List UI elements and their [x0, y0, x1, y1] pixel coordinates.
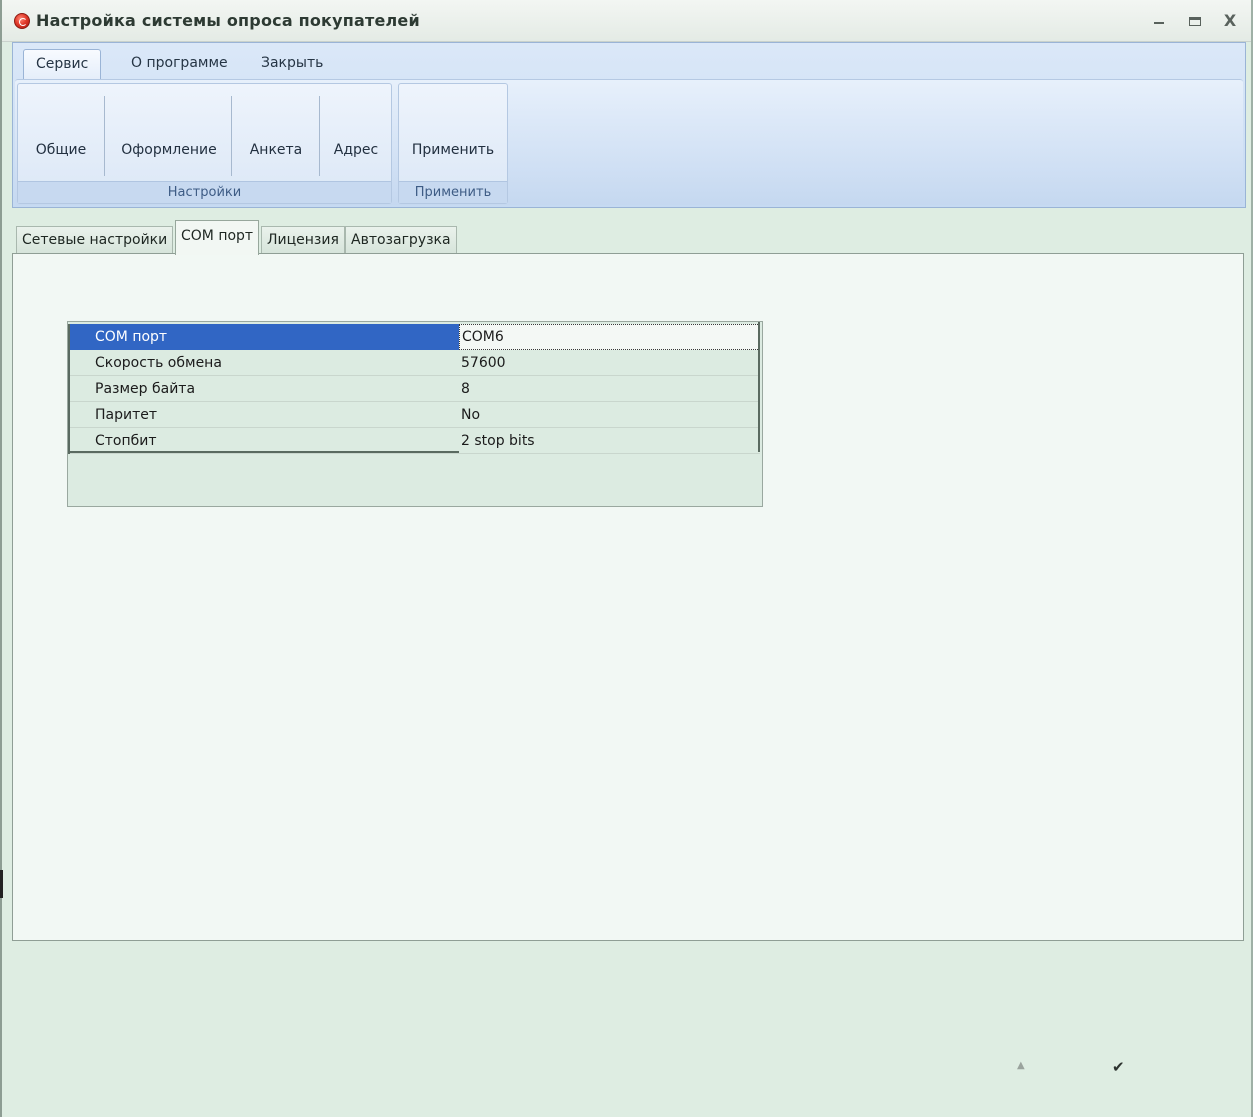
ribbon-group-caption: Применить	[399, 181, 507, 203]
property-row[interactable]: Скорость обмена 57600	[68, 350, 760, 376]
ribbon-tab-service[interactable]: Сервис	[23, 49, 102, 79]
property-value-input[interactable]: No	[459, 402, 760, 428]
ribbon-tab-close[interactable]: Закрыть	[249, 49, 335, 79]
window-edge-marker	[0, 870, 3, 898]
ribbon-body: Общие Оформление Анкета Адрес Настройки …	[15, 79, 1243, 205]
close-button[interactable]: X	[1217, 8, 1243, 34]
ribbon-tabs: Сервис О программе Закрыть	[13, 43, 1245, 79]
property-value-input[interactable]: 57600	[459, 350, 760, 376]
ribbon-separator	[104, 96, 105, 176]
settings-tabs: Сетевые настройки COM порт Лицензия Авто…	[12, 220, 1244, 255]
questionnaire-button[interactable]: Анкета	[234, 138, 318, 162]
address-button[interactable]: Адрес	[322, 138, 390, 162]
apply-button[interactable]: Применить	[403, 138, 503, 162]
property-grid: COM порт COM6 Скорость обмена 57600 Разм…	[67, 321, 763, 507]
window-title: Настройка системы опроса покупателей	[36, 11, 420, 30]
design-button[interactable]: Оформление	[108, 138, 230, 162]
tab-license[interactable]: Лицензия	[261, 226, 345, 254]
ribbon-separator	[231, 96, 232, 176]
property-value-input[interactable]: 8	[459, 376, 760, 402]
minimize-icon	[1154, 22, 1164, 24]
ribbon-group-apply: Применить Применить	[398, 83, 508, 204]
grid-border	[70, 451, 459, 453]
property-name: Паритет	[70, 402, 459, 428]
tab-network-settings[interactable]: Сетевые настройки	[16, 226, 174, 254]
ribbon-tab-about[interactable]: О программе	[119, 49, 240, 79]
maximize-icon	[1189, 17, 1201, 26]
grid-border	[758, 322, 760, 452]
app-logo-icon	[14, 13, 30, 29]
property-name: Скорость обмена	[70, 350, 459, 376]
ribbon-group-settings: Общие Оформление Анкета Адрес Настройки	[17, 83, 392, 204]
app-window: Настройка системы опроса покупателей X С…	[0, 0, 1253, 1117]
tab-autostart[interactable]: Автозагрузка	[345, 226, 457, 254]
maximize-button[interactable]	[1182, 8, 1208, 34]
triangle-up-icon[interactable]: ▲	[1017, 1060, 1025, 1071]
checkmark-icon[interactable]: ✔	[1112, 1058, 1125, 1076]
general-button[interactable]: Общие	[22, 138, 100, 162]
property-value-input[interactable]: 2 stop bits	[459, 428, 760, 454]
property-row[interactable]: Паритет No	[68, 402, 760, 428]
property-name: Размер байта	[70, 376, 459, 402]
property-row[interactable]: Размер байта 8	[68, 376, 760, 402]
ribbon-group-caption: Настройки	[18, 181, 391, 203]
property-value-input[interactable]: COM6	[459, 324, 760, 350]
minimize-button[interactable]	[1146, 8, 1172, 34]
property-row[interactable]: COM порт COM6	[68, 324, 760, 350]
ribbon: Сервис О программе Закрыть Общие Оформле…	[12, 42, 1246, 208]
ribbon-separator	[319, 96, 320, 176]
close-icon: X	[1223, 11, 1237, 30]
property-name: COM порт	[70, 324, 459, 350]
tab-page-com-port: COM порт COM6 Скорость обмена 57600 Разм…	[12, 253, 1244, 941]
tab-com-port[interactable]: COM порт	[175, 220, 260, 255]
title-bar: Настройка системы опроса покупателей X	[2, 0, 1251, 42]
